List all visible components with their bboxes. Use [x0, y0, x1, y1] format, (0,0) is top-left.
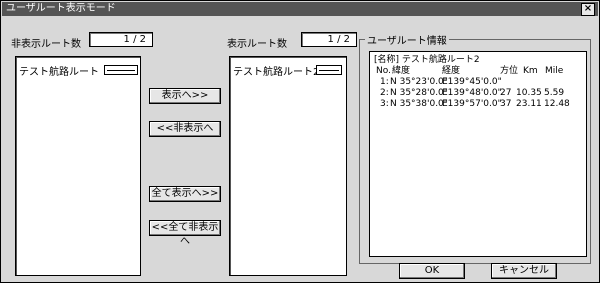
- waypoint-lat: N 35°38'0.0": [390, 99, 448, 109]
- waypoint-bearing: 27: [500, 88, 512, 98]
- hidden-route-list[interactable]: テスト航路ルート: [15, 56, 141, 276]
- waypoint-bearing: 37: [500, 99, 512, 109]
- route-line-swatch: [104, 65, 138, 75]
- waypoint-mile: 5.59: [544, 88, 565, 98]
- hidden-route-count-field: 1 / 2: [89, 32, 153, 47]
- shown-route-name: テスト航路ルート2: [233, 67, 320, 78]
- cancel-button[interactable]: キャンセル: [491, 263, 557, 279]
- show-button[interactable]: 表示へ>>: [149, 88, 221, 104]
- show-all-button[interactable]: 全て表示へ>>: [149, 186, 221, 202]
- waypoint-no: 3:: [380, 99, 389, 109]
- window-title: ユーザルート表示モード: [6, 3, 116, 14]
- hide-all-button[interactable]: <<全て非表示へ: [149, 220, 221, 247]
- waypoint-lon: E139°48'0.0": [442, 88, 502, 98]
- route-line-swatch: [316, 65, 342, 75]
- header-no: No.: [376, 66, 391, 76]
- waypoint-no: 2:: [380, 88, 389, 98]
- header-lat: 緯度: [392, 66, 411, 76]
- hide-button[interactable]: <<非表示へ: [149, 121, 221, 137]
- waypoint-mile: 12.48: [544, 99, 570, 109]
- user-route-display-dialog: ユーザルート表示モード × 非表示ルート数 1 / 2 テスト航路ルート 表示へ…: [0, 0, 600, 283]
- close-icon[interactable]: ×: [581, 3, 595, 16]
- waypoint-lat: N 35°28'0.0": [390, 88, 448, 98]
- waypoint-no: 1:: [380, 77, 389, 87]
- list-item[interactable]: テスト航路ルート2: [233, 63, 319, 78]
- shown-route-count-field: 1 / 2: [301, 32, 357, 47]
- header-bearing: 方位: [500, 66, 519, 76]
- shown-route-list[interactable]: テスト航路ルート2: [229, 56, 347, 276]
- waypoint-km: 10.35: [516, 88, 542, 98]
- hidden-route-count-label: 非表示ルート数: [11, 39, 81, 50]
- header-km: Km: [523, 66, 538, 76]
- hidden-route-name: テスト航路ルート: [19, 67, 99, 78]
- list-item[interactable]: テスト航路ルート: [19, 63, 99, 78]
- waypoint-km: 23.11: [516, 99, 542, 109]
- header-lon: 経度: [442, 66, 461, 76]
- waypoint-lat: N 35°23'0.0": [390, 77, 448, 87]
- ok-button[interactable]: OK: [399, 263, 465, 279]
- shown-route-count-label: 表示ルート数: [227, 39, 287, 50]
- waypoint-lon: E139°57'0.0": [442, 99, 502, 109]
- header-mile: Mile: [545, 66, 564, 76]
- route-name-line: [名称] テスト航路ルート2: [374, 55, 480, 65]
- route-info-group-title: ユーザルート情報: [365, 32, 449, 47]
- route-info-pane: [名称] テスト航路ルート2 No. 緯度 経度 方位 Km Mile 1: N…: [369, 51, 587, 257]
- title-bar[interactable]: ユーザルート表示モード ×: [2, 2, 598, 16]
- waypoint-lon: E139°45'0.0": [442, 77, 502, 87]
